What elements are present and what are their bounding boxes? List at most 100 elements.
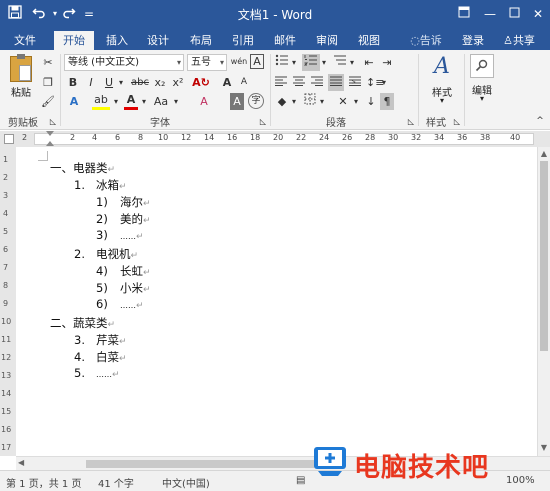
cut-icon[interactable]: ✂ xyxy=(40,54,56,71)
bold-button[interactable]: B xyxy=(66,74,80,91)
list-item[interactable]: 3. 芹菜↵ xyxy=(74,332,127,348)
list-item[interactable]: 5. ……↵ xyxy=(74,366,120,380)
highlight-dropdown-icon[interactable]: ▾ xyxy=(112,93,120,110)
strikethrough-button[interactable]: abc xyxy=(130,74,150,91)
phonetic-wen-icon[interactable]: wén xyxy=(230,53,248,70)
font-color-button[interactable]: A xyxy=(124,93,138,110)
grow-font-button[interactable]: A xyxy=(220,74,234,91)
enclose-char-button[interactable]: 字 xyxy=(248,93,264,109)
tab-references[interactable]: 引用 xyxy=(226,31,260,50)
char-border-icon[interactable]: A xyxy=(250,54,264,69)
share-button[interactable]: ♙共享 xyxy=(494,31,544,50)
list-item[interactable]: 二、蔬菜类↵ xyxy=(50,315,115,331)
align-left-icon[interactable] xyxy=(274,74,288,91)
ribbon-display-icon[interactable] xyxy=(454,4,474,24)
increase-indent-icon[interactable]: ⇥ xyxy=(380,54,394,71)
collapse-ribbon-icon[interactable]: ^ xyxy=(534,113,546,130)
scroll-up-icon[interactable]: ▲ xyxy=(538,149,550,158)
align-center-icon[interactable] xyxy=(292,74,306,91)
read-mode-icon[interactable]: ▤ xyxy=(296,475,305,486)
align-right-icon[interactable] xyxy=(310,74,324,91)
editing-button[interactable]: 编辑 ▾ xyxy=(468,54,496,110)
list-item[interactable]: 一、电器类↵ xyxy=(50,160,115,176)
font-size-select[interactable]: 五号 ▾ xyxy=(187,54,227,71)
size-case-button[interactable]: Aa xyxy=(152,93,170,110)
tab-design[interactable]: 设计 xyxy=(141,31,175,50)
shading-icon[interactable]: ◆ xyxy=(274,93,290,110)
superscript-button[interactable]: x² xyxy=(170,74,186,91)
login-link[interactable]: 登录 xyxy=(458,31,488,50)
tab-home[interactable]: 开始 xyxy=(54,31,94,50)
close-icon[interactable]: ✕ xyxy=(528,4,548,24)
tab-file[interactable]: 文件 xyxy=(8,31,42,50)
document-page[interactable]: 一、电器类↵ 1. 冰箱↵ 1) 海尔↵ 2) 美的↵ 3) ……↵ 2. 电视机↵ 4)… xyxy=(16,147,536,456)
tab-view[interactable]: 视图 xyxy=(352,31,386,50)
font-name-select[interactable]: 等线 (中文正文) ▾ xyxy=(64,54,184,71)
horizontal-ruler[interactable]: 2 2 4 6 8 10 12 14 16 18 20 22 24 26 28 … xyxy=(0,131,550,147)
line-spacing-dropdown-icon[interactable]: ▾ xyxy=(380,74,388,91)
first-indent-marker[interactable] xyxy=(46,131,54,136)
line-spacing-icon[interactable]: ↕≡ xyxy=(366,74,384,91)
tab-insert[interactable]: 插入 xyxy=(100,31,134,50)
list-item[interactable]: 4. 白菜↵ xyxy=(74,349,127,365)
word-count[interactable]: 41 个字 xyxy=(98,475,134,490)
underline-dropdown-icon[interactable]: ▾ xyxy=(116,74,126,91)
font-launcher-icon[interactable]: ◺ xyxy=(258,113,268,130)
language-indicator[interactable]: 中文(中国) xyxy=(162,475,210,490)
shrink-font-button[interactable]: A xyxy=(238,74,250,91)
decrease-indent-icon[interactable]: ⇤ xyxy=(362,54,376,71)
page-count[interactable]: 第 1 页，共 1 页 xyxy=(6,475,81,490)
numbering-dropdown-icon[interactable]: ▾ xyxy=(320,54,328,71)
vertical-scrollbar[interactable]: ▲ ▼ xyxy=(537,147,550,456)
justify-icon[interactable] xyxy=(328,74,344,91)
borders-icon[interactable] xyxy=(302,93,318,110)
change-case-icon[interactable]: A↻ xyxy=(192,74,210,91)
list-item[interactable]: 6) ……↵ xyxy=(96,297,144,311)
subscript-button[interactable]: x₂ xyxy=(152,74,168,91)
copy-icon[interactable]: ❐ xyxy=(40,74,56,91)
list-item[interactable]: 2) 美的↵ xyxy=(96,211,151,227)
scroll-thumb[interactable] xyxy=(86,460,336,468)
paragraph-launcher-icon[interactable]: ◺ xyxy=(406,113,416,130)
list-item[interactable]: 1) 海尔↵ xyxy=(96,194,151,210)
styles-button[interactable]: A 样式 ▾ xyxy=(424,54,460,110)
borders-dropdown-icon[interactable]: ▾ xyxy=(318,93,326,110)
multilevel-list-icon[interactable] xyxy=(332,54,348,71)
bullets-icon[interactable] xyxy=(274,54,290,71)
paste-button[interactable]: 粘贴 xyxy=(6,54,36,100)
tab-review[interactable]: 审阅 xyxy=(310,31,344,50)
highlight-button[interactable]: ab xyxy=(92,93,110,110)
distributed-icon[interactable] xyxy=(348,74,362,91)
list-item[interactable]: 4) 长虹↵ xyxy=(96,263,151,279)
list-item[interactable]: 2. 电视机↵ xyxy=(74,246,138,262)
tab-mailings[interactable]: 邮件 xyxy=(268,31,302,50)
chinese-layout-icon[interactable]: ✕ xyxy=(334,93,352,110)
list-item[interactable]: 5) 小米↵ xyxy=(96,280,151,296)
list-item[interactable]: 3) ……↵ xyxy=(96,228,144,242)
font-color-dropdown-icon[interactable]: ▾ xyxy=(140,93,148,110)
char-shading-button[interactable]: A xyxy=(230,93,244,110)
styles-launcher-icon[interactable]: ◺ xyxy=(452,113,462,130)
clipboard-launcher-icon[interactable]: ◺ xyxy=(48,113,58,130)
show-marks-icon[interactable]: ¶ xyxy=(380,93,394,110)
minimize-icon[interactable]: — xyxy=(480,4,500,24)
list-item[interactable]: 1. 冰箱↵ xyxy=(74,177,127,193)
scroll-left-icon[interactable]: ◀ xyxy=(18,458,24,467)
scroll-thumb[interactable] xyxy=(540,161,548,351)
chinese-layout-dropdown-icon[interactable]: ▾ xyxy=(352,93,360,110)
italic-button[interactable]: I xyxy=(84,74,98,91)
sort-icon[interactable]: ↓ xyxy=(364,93,378,110)
tell-me-box[interactable]: ◌告诉我... xyxy=(396,31,456,66)
shading-dropdown-icon[interactable]: ▾ xyxy=(290,93,298,110)
tab-layout[interactable]: 布局 xyxy=(184,31,218,50)
hanging-indent-marker[interactable] xyxy=(46,141,54,146)
underline-button[interactable]: U xyxy=(102,74,116,91)
format-painter-icon[interactable]: 🖌 xyxy=(40,93,56,110)
multilevel-dropdown-icon[interactable]: ▾ xyxy=(348,54,356,71)
vertical-ruler[interactable]: 1 2 3 4 5 6 7 8 9 10 11 12 13 14 15 16 1… xyxy=(0,147,16,456)
text-effects-button[interactable]: A xyxy=(66,93,82,110)
size-case-dropdown-icon[interactable]: ▾ xyxy=(172,93,180,110)
clear-format-button[interactable]: A xyxy=(196,93,212,110)
tab-selector-icon[interactable] xyxy=(4,134,14,144)
bullets-dropdown-icon[interactable]: ▾ xyxy=(290,54,298,71)
